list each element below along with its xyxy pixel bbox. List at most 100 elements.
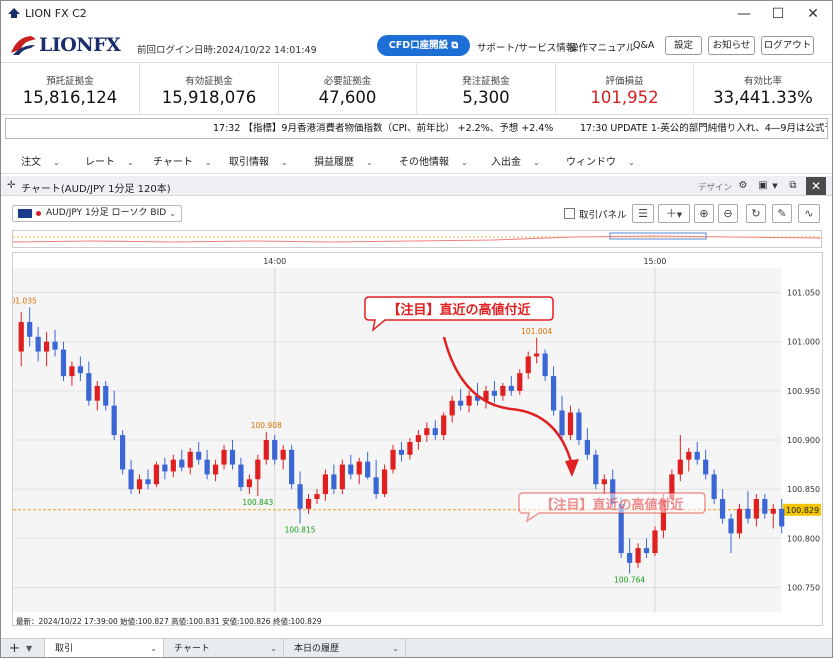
news-ticker[interactable]: 17:32 【指標】9月香港消費者物価指数（CPI、前年比） +2.2%、予想 … [5, 118, 828, 139]
chart-panel-title: チャート(AUD/JPY 1分足 120本) [21, 184, 171, 195]
symbol-select[interactable]: AUD/JPY 1分足 ローソク BID ⌄ [12, 205, 182, 222]
chart-panel-header: ✛ チャート(AUD/JPY 1分足 120本) デザイン ⚙ ▣ ▼ ⧉ ✕ [1, 176, 832, 196]
line-tool-icon[interactable]: ∿ [798, 204, 820, 223]
zoom-out-icon[interactable]: ⊖ [718, 204, 738, 223]
ticker-item[interactable]: 17:30 UPDATE 1-英公的部門純借り入れ、4―9月は公式予測上 [580, 119, 827, 138]
candle-body [272, 440, 278, 460]
candle-body [289, 449, 295, 485]
candle-body [153, 464, 160, 485]
candle-body [18, 322, 24, 352]
tab-trade[interactable]: 取引 ⌄ [44, 639, 164, 657]
refresh-icon[interactable]: ↻ [746, 204, 766, 223]
last-login-text: 前回ログイン日時:2024/10/22 14:01:49 [137, 45, 317, 56]
menu-deposit-withdraw[interactable]: 入出金 ⌄ [491, 153, 540, 168]
menu-chart[interactable]: チャート ⌄ [153, 153, 212, 168]
move-handle-icon[interactable]: ✛ [7, 180, 15, 191]
menu-pl-history[interactable]: 損益履歴 ⌄ [314, 153, 373, 168]
candle-body [491, 390, 498, 396]
menu-window[interactable]: ウィンドウ ⌄ [566, 153, 635, 168]
restore-icon[interactable]: ⧉ [786, 179, 800, 193]
trade-panel-label: 取引パネル [579, 210, 627, 221]
y-tick-label: 100.850 [787, 485, 820, 494]
cfd-account-button[interactable]: CFD口座開設 ⧉ [377, 35, 470, 56]
menu-rate[interactable]: レート ⌄ [85, 153, 134, 168]
candle-body [162, 464, 168, 472]
chart-navigator[interactable] [12, 230, 822, 248]
candle-body [643, 548, 650, 554]
design-label[interactable]: デザイン [698, 181, 732, 193]
summary-required-margin: 必要証拠金 47,600 [279, 63, 417, 115]
tab-chart[interactable]: チャート ⌄ [164, 639, 284, 657]
high-price-label: 101.004 [521, 327, 552, 336]
tab-today-history[interactable]: 本日の履歴 ⌄ [284, 639, 406, 657]
summary-valuation-pl: 評価損益 101,952 [556, 63, 694, 115]
menu-order[interactable]: 注文 ⌄ [21, 153, 60, 168]
chevron-down-icon: ⌄ [533, 158, 540, 167]
arrow-head-icon [565, 459, 579, 477]
menu-trade-info[interactable]: 取引情報 ⌄ [229, 153, 288, 168]
candle-body [27, 322, 33, 337]
candle-body [187, 451, 193, 468]
candle-body [111, 405, 117, 436]
candle-body [196, 451, 202, 460]
candle-body [356, 461, 362, 475]
candle-body [246, 479, 252, 488]
candle-body [331, 474, 337, 490]
pen-icon[interactable]: ✎ [772, 204, 792, 223]
candle-body [635, 548, 641, 563]
minimize-button[interactable]: — [727, 1, 761, 27]
add-icon[interactable]: ＋▼ [658, 204, 690, 223]
candle-body [736, 508, 743, 534]
candle-body [238, 464, 244, 488]
candle-body [170, 459, 176, 472]
notice-button[interactable]: お知らせ [708, 36, 755, 55]
candle-body [728, 518, 734, 534]
candle-body [627, 553, 633, 563]
settings-button[interactable]: 設定 [665, 36, 702, 55]
support-link[interactable]: サポート/サービス情報 [477, 40, 575, 54]
candle-body [508, 385, 514, 391]
candle-body [35, 336, 41, 352]
gear-icon[interactable]: ⚙ [736, 179, 750, 193]
candlestick-chart[interactable]: 101.050 101.000 100.950 100.900 100.850 100.8… [12, 252, 823, 626]
indicator-icon[interactable]: ☰ [632, 204, 654, 223]
current-price-label: 100.829 [786, 506, 819, 515]
close-window-button[interactable]: ✕ [796, 1, 830, 27]
logout-button[interactable]: ログアウト [761, 36, 814, 55]
candle-body [576, 412, 582, 440]
y-tick-label: 101.050 [787, 289, 820, 298]
close-panel-button[interactable]: ✕ [806, 177, 826, 195]
candle-body [43, 341, 50, 352]
candle-body [305, 498, 312, 509]
summary-deposit: 預託証拠金 15,816,124 [1, 63, 140, 115]
candle-body [500, 385, 506, 396]
candle-body [466, 395, 472, 406]
lion-emblem-icon [11, 36, 36, 55]
candle-body [703, 459, 709, 475]
trade-panel-checkbox[interactable] [564, 208, 575, 219]
qa-link[interactable]: Q&A [633, 40, 654, 51]
candle-body [432, 428, 438, 436]
candle-body [339, 464, 345, 490]
candle-body [567, 412, 574, 436]
manual-link[interactable]: 操作マニュアル [569, 40, 635, 54]
candle-body [415, 435, 421, 442]
candle-body [517, 373, 523, 391]
title-bar: LION FX C2 — ☐ ✕ [1, 1, 832, 27]
add-tab-icon[interactable]: + [9, 639, 20, 657]
candle-body [94, 385, 100, 401]
chevron-down-icon: ⌄ [461, 158, 468, 167]
candle-body [525, 356, 531, 374]
chevron-down-icon[interactable]: ▼ [26, 639, 32, 657]
y-tick-label: 100.900 [787, 436, 820, 445]
summary-effective-margin: 有効証拠金 15,918,076 [140, 63, 279, 115]
zoom-in-icon[interactable]: ⊕ [694, 204, 714, 223]
main-menu: 注文 ⌄ レート ⌄ チャート ⌄ 取引情報 ⌄ 損益履歴 ⌄ その他情報 ⌄ 入出金 ⌄ ウ… [1, 144, 832, 174]
australia-flag-icon [18, 209, 32, 218]
lionfx-logo: LIONFX [7, 31, 132, 59]
ticker-item[interactable]: 17:32 【指標】9月香港消費者物価指数（CPI、前年比） +2.2%、予想 … [213, 119, 553, 138]
candle-body [60, 349, 67, 377]
menu-other-info[interactable]: その他情報 ⌄ [399, 153, 468, 168]
chevron-down-icon[interactable]: ▼ [768, 179, 782, 193]
maximize-button[interactable]: ☐ [761, 1, 795, 27]
